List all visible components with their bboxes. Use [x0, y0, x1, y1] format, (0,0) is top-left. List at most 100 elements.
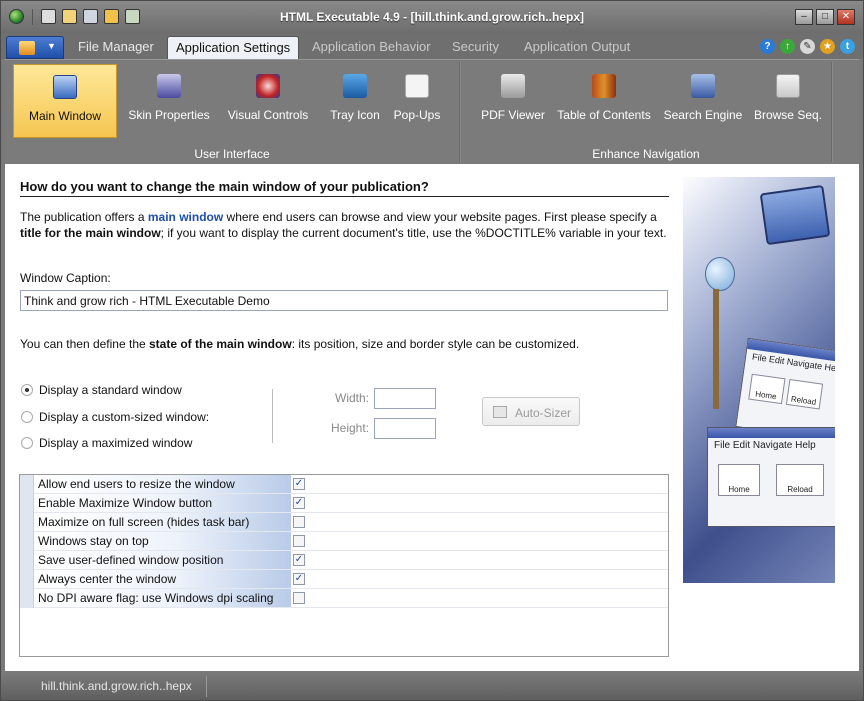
row-indicator [20, 532, 34, 551]
radio-label: Display a maximized window [39, 436, 193, 450]
minimize-button[interactable]: – [795, 9, 813, 25]
tools-icon[interactable]: ✎ [800, 39, 815, 54]
radio-standard-window[interactable]: Display a standard window [21, 383, 182, 397]
tab-file-manager[interactable]: File Manager [78, 39, 154, 54]
ribbon-tray-icon-button[interactable]: Tray Icon [323, 64, 387, 138]
option-label: Maximize on full screen (hides task bar) [35, 513, 291, 531]
status-bar: hill.think.and.grow.rich..hepx [1, 673, 863, 700]
paint-brush-icon [157, 74, 181, 98]
option-checkbox[interactable] [293, 592, 305, 604]
radio-custom-sized-window[interactable]: Display a custom-sized window: [21, 410, 209, 424]
option-row[interactable]: Always center the window ✓ [20, 570, 668, 589]
option-checkbox[interactable]: ✓ [293, 497, 305, 509]
ribbon-button-label: Browse Seq. [753, 108, 823, 122]
sequence-icon [776, 74, 800, 98]
intro-text: ; if you want to display the current doc… [160, 226, 667, 240]
award-icon[interactable]: ★ [820, 39, 835, 54]
tab-application-behavior[interactable]: Application Behavior [312, 39, 431, 54]
option-label: Windows stay on top [35, 532, 291, 550]
update-icon[interactable]: ↑ [780, 39, 795, 54]
tray-icon [343, 74, 367, 98]
main-window-link[interactable]: main window [148, 210, 223, 224]
ribbon-pdf-viewer-button[interactable]: PDF Viewer [471, 64, 555, 138]
option-checkbox[interactable]: ✓ [293, 478, 305, 490]
ribbon-group-label: User Interface [194, 147, 270, 161]
option-row[interactable]: Save user-defined window position ✓ [20, 551, 668, 570]
ribbon-group-enhance-navigation: PDF Viewer Table of Contents Search Engi… [463, 60, 829, 164]
status-project-name: hill.think.and.grow.rich..hepx [5, 676, 207, 697]
ribbon-main-window-button[interactable]: Main Window [13, 64, 117, 138]
option-label: Allow end users to resize the window [35, 475, 291, 493]
option-row[interactable]: Allow end users to resize the window ✓ [20, 475, 668, 494]
controls-icon [256, 74, 280, 98]
option-checkbox[interactable] [293, 516, 305, 528]
ribbon-table-of-contents-button[interactable]: Table of Contents [555, 64, 653, 138]
ribbon-button-label: PDF Viewer [481, 108, 545, 122]
ribbon-button-label: Main Window [28, 109, 102, 123]
ribbon-separator [459, 62, 461, 162]
ribbon: Main Window Skin Properties Visual Contr… [5, 59, 859, 163]
ribbon-search-engine-button[interactable]: Search Engine [661, 64, 745, 138]
pdf-icon [501, 74, 525, 98]
ribbon-button-label: Visual Controls [227, 108, 309, 122]
option-row[interactable]: Enable Maximize Window button ✓ [20, 494, 668, 513]
state-bold-text: state of the main window [149, 337, 292, 351]
option-row[interactable]: No DPI aware flag: use Windows dpi scali… [20, 589, 668, 608]
ribbon-browse-sequence-button[interactable]: Browse Seq. [753, 64, 823, 138]
option-checkbox[interactable] [293, 535, 305, 547]
window-caption-input[interactable] [20, 290, 668, 311]
app-menu-icon [19, 41, 35, 55]
state-text: You can then define the [20, 337, 149, 351]
mini-reload-button: Reload [776, 464, 824, 496]
window-title: HTML Executable 4.9 - [hill.think.and.gr… [279, 10, 585, 24]
tab-security[interactable]: Security [452, 39, 499, 54]
width-input[interactable] [374, 388, 436, 409]
state-text: : its position, size and border style ca… [291, 337, 580, 351]
monitor-icon [53, 75, 77, 99]
books-icon [592, 74, 616, 98]
help-icon[interactable]: ? [760, 39, 775, 54]
radio-dot[interactable] [21, 384, 33, 396]
height-input[interactable] [374, 418, 436, 439]
maximize-button[interactable]: □ [816, 9, 834, 25]
title-bar: HTML Executable 4.9 - [hill.think.and.gr… [1, 1, 863, 33]
option-label: Save user-defined window position [35, 551, 291, 569]
option-checkbox[interactable]: ✓ [293, 573, 305, 585]
option-row[interactable]: Maximize on full screen (hides task bar) [20, 513, 668, 532]
mini-home-button: Home [718, 464, 760, 496]
tab-application-output[interactable]: Application Output [524, 39, 630, 54]
tab-strip: ▼ File Manager Application Settings Appl… [1, 33, 863, 59]
app-menu-button[interactable]: ▼ [6, 36, 64, 59]
row-indicator [20, 551, 34, 570]
radio-dot[interactable] [21, 411, 33, 423]
state-paragraph: You can then define the state of the mai… [20, 337, 579, 351]
window-controls: – □ ✕ [795, 9, 855, 25]
mini-reload-button: Reload [785, 378, 824, 410]
mini-menu: File Edit Navigate Help [714, 440, 816, 451]
radio-maximized-window[interactable]: Display a maximized window [21, 436, 192, 450]
auto-sizer-button[interactable]: Auto-Sizer [482, 397, 580, 426]
radio-dot[interactable] [21, 437, 33, 449]
ribbon-button-label: Table of Contents [557, 108, 651, 122]
search-book-icon [691, 74, 715, 98]
tab-application-settings[interactable]: Application Settings [167, 36, 300, 59]
app-window: HTML Executable 4.9 - [hill.think.and.gr… [0, 0, 864, 701]
intro-bold-text: title for the main window [20, 226, 161, 240]
monitor-illustration-icon [759, 184, 831, 246]
twitter-icon[interactable]: t [840, 39, 855, 54]
option-row[interactable]: Windows stay on top [20, 532, 668, 551]
auto-sizer-label: Auto-Sizer [515, 406, 572, 420]
figure-body-illustration [713, 289, 719, 409]
option-checkbox[interactable]: ✓ [293, 554, 305, 566]
ribbon-visual-controls-button[interactable]: Visual Controls [223, 64, 313, 138]
auto-sizer-icon [493, 406, 507, 418]
large-browser-illustration: File Edit Navigate Help Home Reload [707, 427, 835, 527]
close-button[interactable]: ✕ [837, 9, 855, 25]
ribbon-skin-properties-button[interactable]: Skin Properties [123, 64, 215, 138]
ribbon-group-user-interface: Main Window Skin Properties Visual Contr… [5, 60, 459, 164]
popup-icon [405, 74, 429, 98]
ribbon-popups-button[interactable]: Pop-Ups [389, 64, 445, 138]
ribbon-group-label: Enhance Navigation [592, 147, 700, 161]
row-indicator [20, 494, 34, 513]
ribbon-button-label: Tray Icon [330, 108, 380, 122]
